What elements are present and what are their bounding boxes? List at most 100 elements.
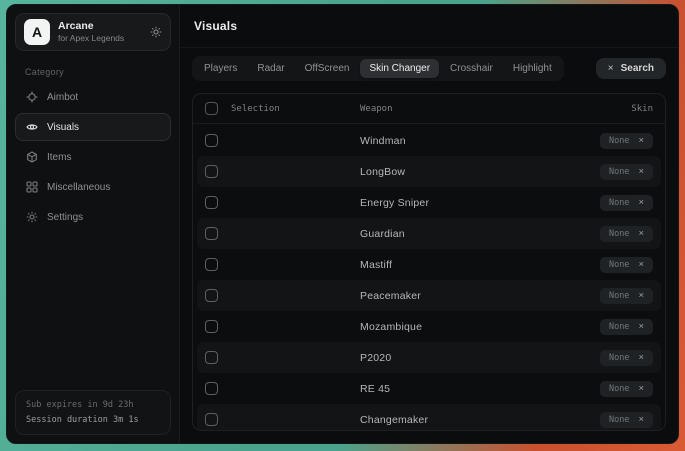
sidebar-item-label: Aimbot [47, 92, 78, 103]
remove-skin-icon[interactable]: × [638, 198, 644, 208]
app-meta: Arcane for Apex Legends [58, 20, 142, 44]
row-checkbox[interactable] [205, 196, 218, 209]
select-all-checkbox[interactable] [205, 102, 218, 115]
sub-expires-text: Sub expires in 9d 23h [26, 398, 160, 412]
skin-value: None [609, 198, 629, 208]
row-checkbox[interactable] [205, 227, 218, 240]
skin-value: None [609, 415, 629, 425]
sidebar: A Arcane for Apex Legends Category Aimbo… [7, 5, 180, 443]
remove-skin-icon[interactable]: × [638, 415, 644, 425]
tab-players[interactable]: Players [195, 59, 246, 78]
search-clear-icon: × [608, 63, 614, 74]
weapon-name: Mastiff [360, 259, 569, 271]
tab-highlight[interactable]: Highlight [504, 59, 561, 78]
app-logo: A [24, 19, 50, 45]
skin-value: None [609, 229, 629, 239]
sidebar-item-items[interactable]: Items [15, 143, 171, 171]
remove-skin-icon[interactable]: × [638, 353, 644, 363]
skin-value: None [609, 167, 629, 177]
sidebar-item-miscellaneous[interactable]: Miscellaneous [15, 173, 171, 201]
table-row: Windman None × [197, 125, 661, 156]
skin-badge[interactable]: None × [600, 319, 653, 335]
sidebar-item-label: Settings [47, 212, 83, 223]
skin-changer-table: Selection Weapon Skin Windman None × Lon… [192, 93, 666, 431]
weapon-name: Mozambique [360, 321, 569, 333]
app-window: A Arcane for Apex Legends Category Aimbo… [6, 4, 679, 444]
remove-skin-icon[interactable]: × [638, 136, 644, 146]
skin-badge[interactable]: None × [600, 195, 653, 211]
category-label: Category [25, 67, 179, 77]
app-subtitle: for Apex Legends [58, 33, 142, 44]
page-title: Visuals [194, 19, 237, 33]
skin-value: None [609, 260, 629, 270]
cube-icon [26, 151, 38, 163]
table-row: Peacemaker None × [197, 280, 661, 311]
sidebar-item-settings[interactable]: Settings [15, 203, 171, 231]
sidebar-item-aimbot[interactable]: Aimbot [15, 83, 171, 111]
skin-badge[interactable]: None × [600, 412, 653, 428]
gear-icon[interactable] [150, 26, 162, 38]
skin-badge[interactable]: None × [600, 133, 653, 149]
table-row: P2020 None × [197, 342, 661, 373]
row-checkbox[interactable] [205, 320, 218, 333]
app-title: Arcane [58, 20, 142, 33]
row-checkbox[interactable] [205, 258, 218, 271]
skin-value: None [609, 136, 629, 146]
skin-value: None [609, 291, 629, 301]
sidebar-item-label: Visuals [47, 122, 79, 133]
skin-badge[interactable]: None × [600, 381, 653, 397]
remove-skin-icon[interactable]: × [638, 291, 644, 301]
sidebar-item-visuals[interactable]: Visuals [15, 113, 171, 141]
column-weapon: Weapon [360, 104, 561, 114]
weapon-name: P2020 [360, 352, 569, 364]
skin-badge[interactable]: None × [600, 164, 653, 180]
subscription-card: Sub expires in 9d 23h Session duration 3… [15, 390, 171, 435]
row-checkbox[interactable] [205, 165, 218, 178]
search-button-label: Search [621, 63, 654, 74]
weapon-name: Guardian [360, 228, 569, 240]
session-duration-text: Session duration 3m 1s [26, 413, 160, 427]
remove-skin-icon[interactable]: × [638, 322, 644, 332]
table-body: Windman None × LongBow None × Energy Sni… [193, 124, 665, 431]
main-panel: Visuals PlayersRadarOffScreenSkin Change… [180, 5, 678, 443]
tab-skin-changer[interactable]: Skin Changer [360, 59, 439, 78]
skin-value: None [609, 322, 629, 332]
weapon-name: Windman [360, 135, 569, 147]
remove-skin-icon[interactable]: × [638, 384, 644, 394]
app-header-card: A Arcane for Apex Legends [15, 13, 171, 51]
remove-skin-icon[interactable]: × [638, 229, 644, 239]
table-row: Changemaker None × [197, 404, 661, 431]
column-skin: Skin [631, 104, 653, 114]
main-header: Visuals [180, 5, 678, 48]
skin-badge[interactable]: None × [600, 288, 653, 304]
remove-skin-icon[interactable]: × [638, 260, 644, 270]
table-row: Guardian None × [197, 218, 661, 249]
weapon-name: RE 45 [360, 383, 569, 395]
skin-value: None [609, 353, 629, 363]
skin-badge[interactable]: None × [600, 257, 653, 273]
table-header: Selection Weapon Skin [193, 94, 665, 124]
weapon-name: Energy Sniper [360, 197, 569, 209]
tab-radar[interactable]: Radar [248, 59, 293, 78]
row-checkbox[interactable] [205, 134, 218, 147]
search-button[interactable]: × Search [596, 58, 666, 79]
sidebar-nav: Aimbot Visuals Items Miscellaneous Setti… [7, 83, 179, 231]
crosshair-icon [26, 91, 38, 103]
row-checkbox[interactable] [205, 382, 218, 395]
tab-crosshair[interactable]: Crosshair [441, 59, 502, 78]
tab-offscreen[interactable]: OffScreen [296, 59, 359, 78]
row-checkbox[interactable] [205, 351, 218, 364]
row-checkbox[interactable] [205, 413, 218, 426]
table-row: LongBow None × [197, 156, 661, 187]
table-row: RE 45 None × [197, 373, 661, 404]
sidebar-item-label: Miscellaneous [47, 182, 110, 193]
weapon-name: Peacemaker [360, 290, 569, 302]
table-row: Energy Sniper None × [197, 187, 661, 218]
gear-icon [26, 211, 38, 223]
sidebar-item-label: Items [47, 152, 71, 163]
row-checkbox[interactable] [205, 289, 218, 302]
remove-skin-icon[interactable]: × [638, 167, 644, 177]
skin-badge[interactable]: None × [600, 226, 653, 242]
weapon-name: LongBow [360, 166, 569, 178]
skin-badge[interactable]: None × [600, 350, 653, 366]
